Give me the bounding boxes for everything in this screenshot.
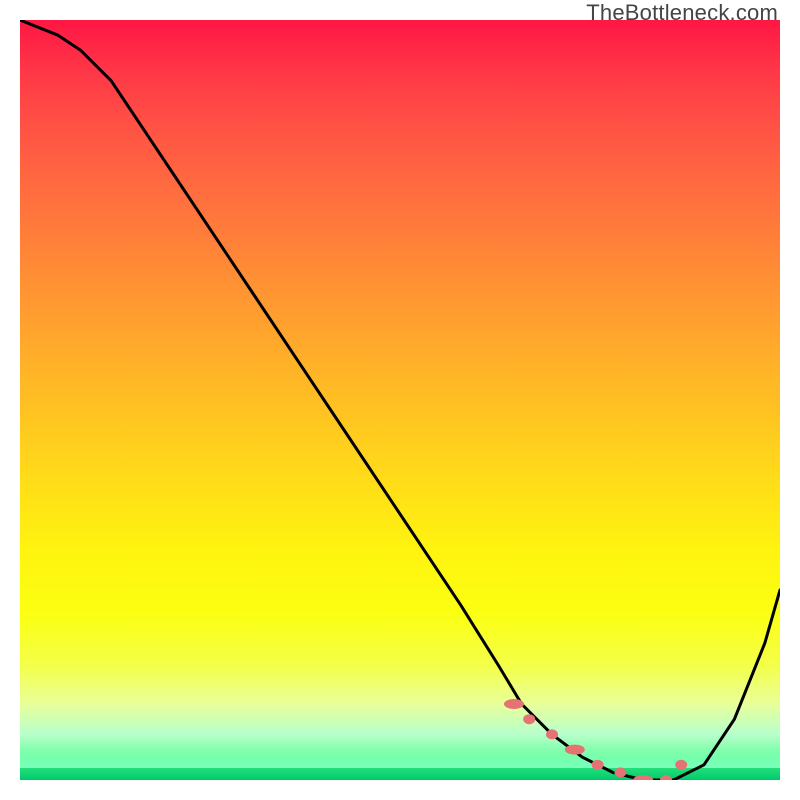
marker-dot	[633, 775, 653, 780]
marker-dot	[504, 699, 524, 709]
marker-dot	[565, 745, 585, 755]
marker-dot	[523, 714, 535, 724]
bottleneck-curve	[20, 20, 780, 780]
marker-dot	[675, 760, 687, 770]
flat-region-markers	[504, 699, 687, 780]
marker-dot	[660, 775, 672, 780]
chart-overlay-svg	[20, 20, 780, 780]
chart-stage: TheBottleneck.com	[0, 0, 800, 800]
marker-dot	[546, 729, 558, 739]
marker-dot	[592, 760, 604, 770]
marker-dot	[614, 767, 626, 777]
plot-area	[20, 20, 780, 780]
